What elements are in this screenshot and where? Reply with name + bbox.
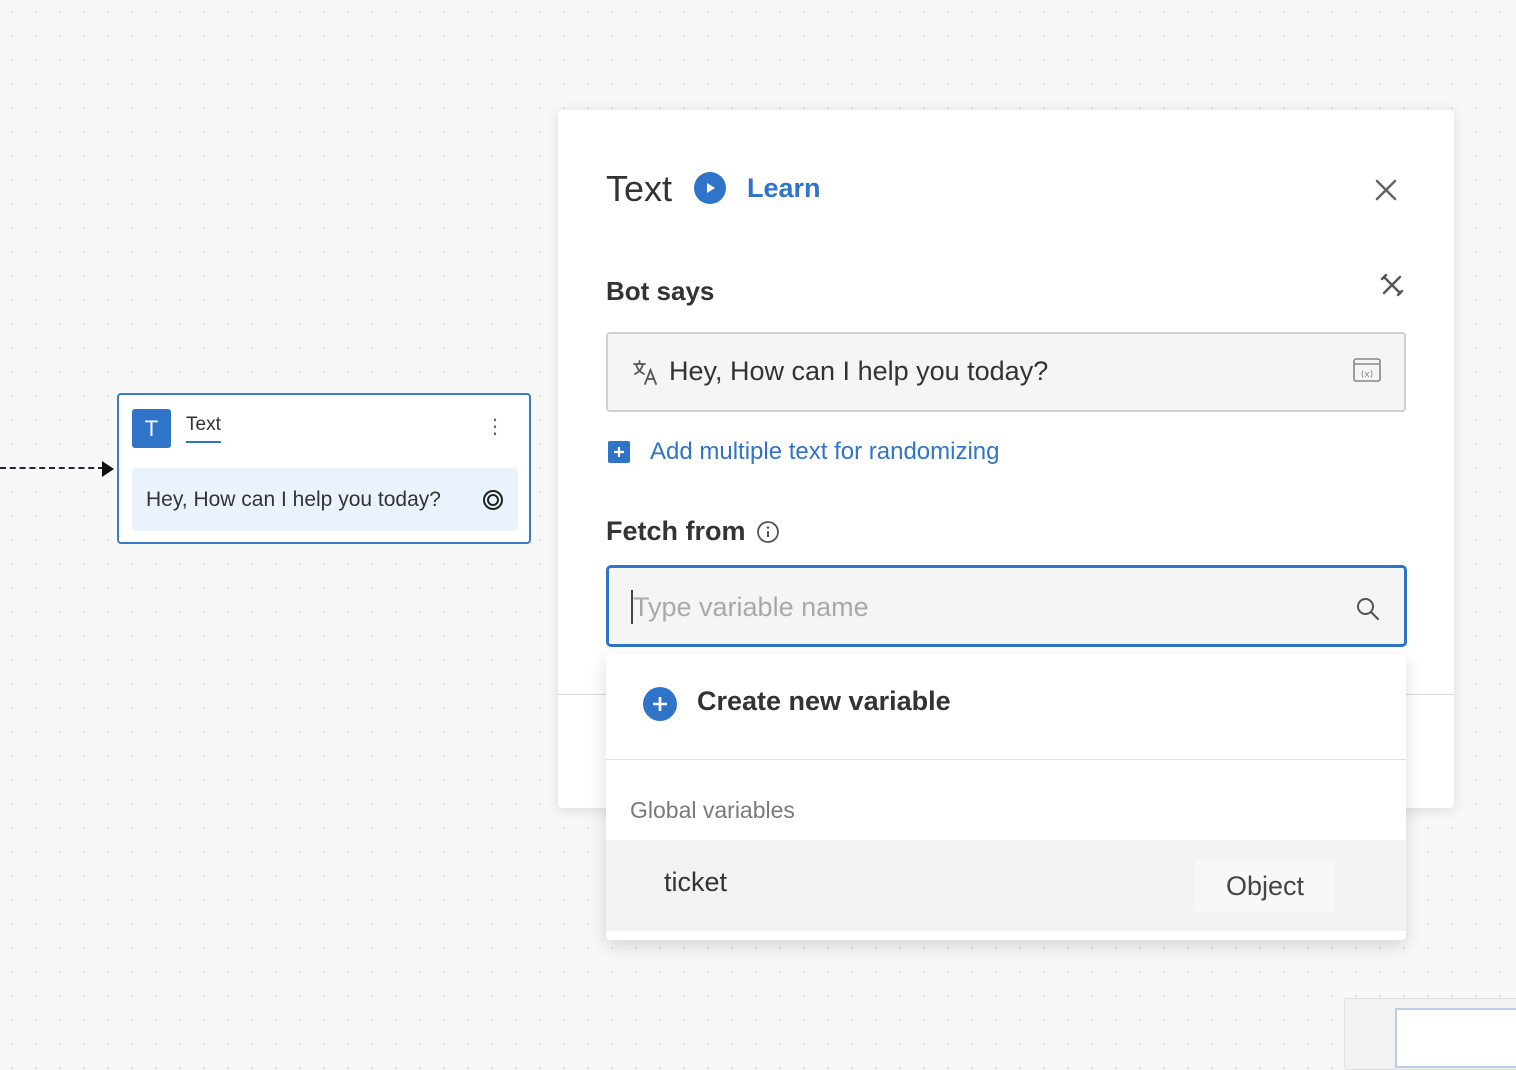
translate-icon[interactable] [632,359,660,387]
node-message-text: Hey, How can I help you today? [146,487,441,511]
fetch-variable-field[interactable] [631,586,1335,628]
variable-icon[interactable]: (x) [1352,356,1382,384]
create-variable-option[interactable]: Create new variable [606,654,1406,760]
create-variable-label: Create new variable [697,686,951,716]
close-icon[interactable] [1374,178,1398,202]
bot-says-input[interactable]: Hey, How can I help you today? (x) [606,332,1406,412]
panel-title: Text [606,168,673,209]
search-icon[interactable] [1354,595,1382,623]
text-caret [631,590,633,624]
variable-type-badge: Object [1195,860,1335,912]
node-message[interactable]: Hey, How can I help you today? [132,468,518,531]
flow-connector-line [0,467,104,469]
bot-says-value: Hey, How can I help you today? [669,356,1049,386]
bot-says-label: Bot says [606,276,715,306]
more-vertical-icon[interactable]: ⋮ [485,417,505,437]
fetch-from-text: Fetch from [606,516,746,546]
play-icon [694,172,726,204]
canvas-partial-node-inner [1395,1008,1516,1068]
fetch-from-label: Fetch from [606,516,780,547]
text-node-card[interactable]: T Text ⋮ Hey, How can I help you today? [117,393,531,544]
learn-button[interactable]: Learn [694,172,821,204]
target-icon [483,489,503,510]
plus-square-icon [608,441,630,463]
fetch-variable-input[interactable] [606,565,1407,647]
learn-label: Learn [747,172,821,203]
svg-text:(x): (x) [1361,370,1373,380]
tools-icon[interactable] [1380,273,1404,297]
variable-option-ticket[interactable]: ticket Object [606,840,1406,931]
add-random-label: Add multiple text for randomizing [650,438,1000,465]
variable-dropdown: Create new variable Global variables tic… [606,654,1406,940]
node-type-badge: T [132,409,171,448]
node-title: Text [186,414,221,443]
arrow-head-icon [102,461,114,477]
global-variables-heading: Global variables [630,797,795,823]
add-random-text-button[interactable]: Add multiple text for randomizing [608,438,1000,466]
info-icon[interactable] [756,520,780,544]
plus-circle-icon [643,687,677,721]
variable-name: ticket [664,867,728,897]
